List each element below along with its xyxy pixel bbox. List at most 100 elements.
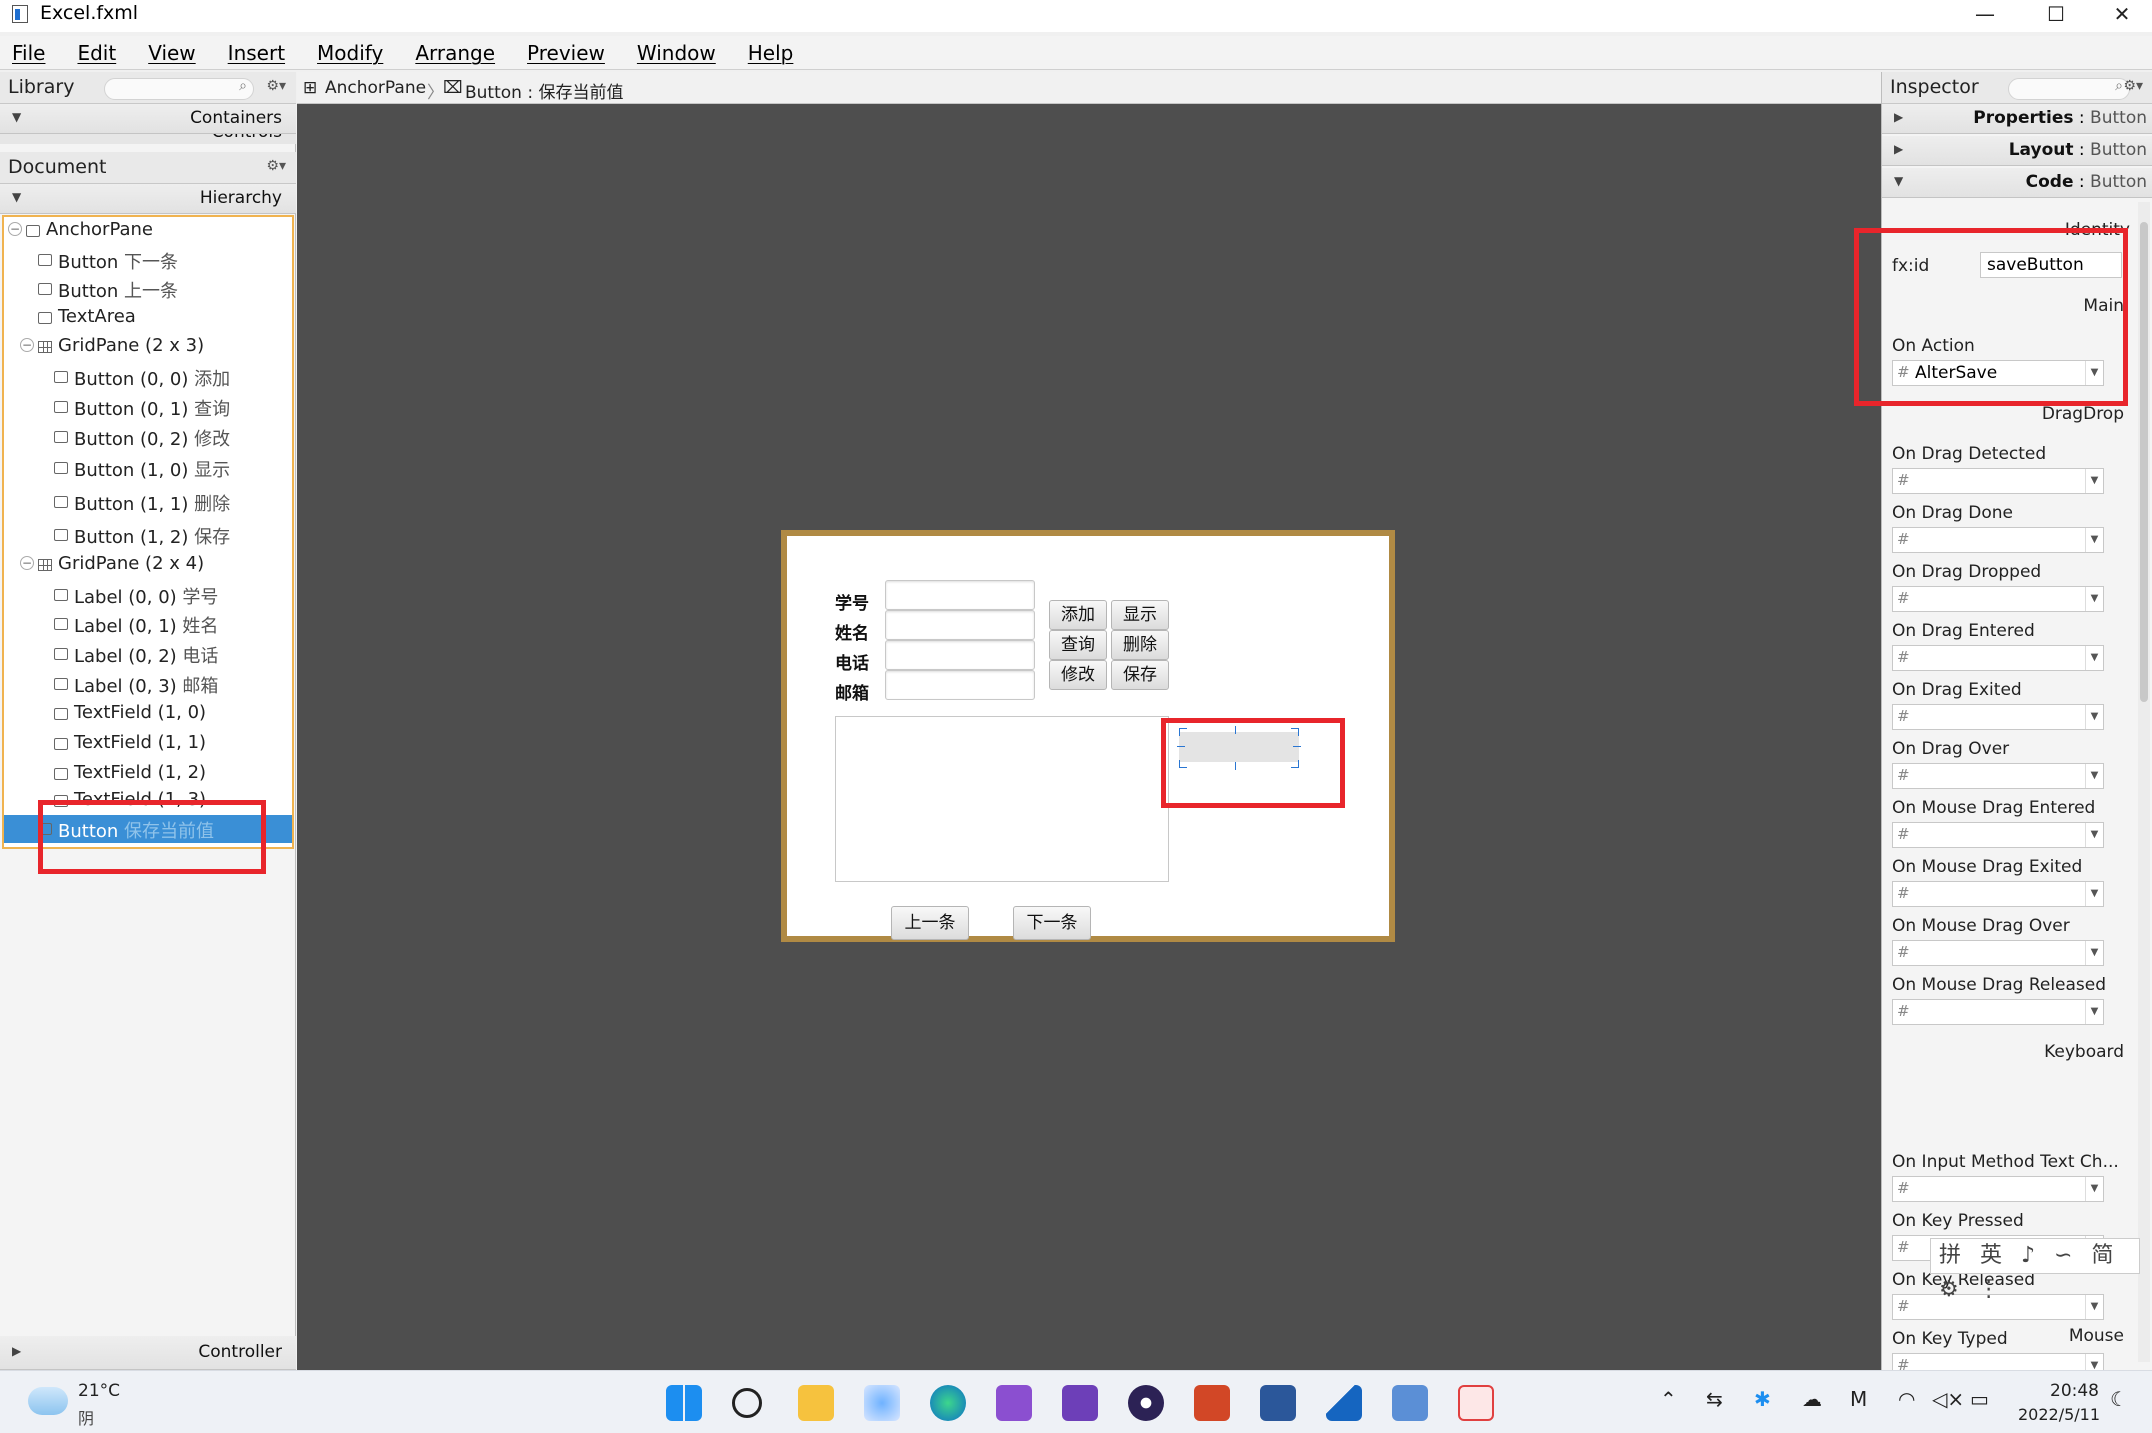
tree-gridpane-buttons[interactable]: − GridPane (2 x 3)	[4, 333, 292, 361]
wifi-icon[interactable]: ◠	[1898, 1387, 1915, 1411]
tree-textfield-id[interactable]: TextField (1, 0)	[4, 700, 292, 728]
chevron-down-icon[interactable]: ▼	[2085, 1000, 2103, 1024]
menu-modify[interactable]: Modify	[317, 41, 383, 65]
show-button[interactable]: 显示	[1111, 600, 1169, 630]
visual-studio-icon[interactable]	[996, 1385, 1032, 1421]
textfield-phone[interactable]	[885, 640, 1035, 670]
event-handler-input[interactable]: #▼	[1892, 468, 2104, 494]
chevron-down-icon[interactable]: ▼	[2085, 587, 2103, 611]
gear-icon[interactable]: ⚙▾	[2123, 78, 2143, 94]
save-button[interactable]: 保存	[1111, 660, 1169, 690]
tree-button-prev[interactable]: Button 上一条	[4, 275, 292, 303]
settings-sliders-icon[interactable]: ⇆	[1706, 1387, 1723, 1411]
app-tray-icon[interactable]: M	[1850, 1387, 1867, 1411]
layout-section[interactable]: ▶ Layout : Button	[1882, 136, 2152, 166]
tree-button-show[interactable]: Button (1, 0) 显示	[4, 454, 292, 482]
collapse-toggle-icon[interactable]: −	[20, 556, 34, 570]
event-handler-input[interactable]: #▼	[1892, 527, 2104, 553]
label-student-id[interactable]: 学号	[835, 589, 869, 614]
query-button[interactable]: 查询	[1049, 630, 1107, 660]
volume-icon[interactable]: ◁×	[1932, 1387, 1964, 1411]
library-containers-section[interactable]: ▼ Containers	[0, 104, 296, 134]
breadcrumb-current[interactable]: Button : 保存当前值	[465, 78, 623, 103]
close-button[interactable]: ✕	[2092, 0, 2152, 28]
next-button[interactable]: 下一条	[1013, 906, 1091, 940]
inspector-scrollbar[interactable]	[2138, 202, 2150, 1362]
onedrive-icon[interactable]: ☁	[1802, 1387, 1822, 1411]
event-handler-input[interactable]: #▼	[1892, 1176, 2104, 1202]
edge-icon[interactable]	[930, 1385, 966, 1421]
menu-help[interactable]: Help	[748, 41, 794, 65]
event-handler-input[interactable]: #▼	[1892, 940, 2104, 966]
maximize-button[interactable]: ☐	[2026, 0, 2086, 28]
tree-label-name[interactable]: Label (0, 1) 姓名	[4, 610, 292, 638]
hierarchy-tree[interactable]: − AnchorPane Button 下一条 Button 上一条 TextArea −…	[2, 215, 294, 849]
battery-icon[interactable]: ▭	[1970, 1387, 1989, 1411]
controller-section[interactable]: ▶ Controller	[0, 1336, 296, 1370]
event-handler-input[interactable]: #▼	[1892, 645, 2104, 671]
event-handler-input[interactable]: #▼	[1892, 999, 2104, 1025]
chevron-down-icon[interactable]: ▼	[2085, 882, 2103, 906]
start-icon[interactable]	[666, 1385, 702, 1421]
weather-temp[interactable]: 21°C	[78, 1381, 120, 1401]
bluetooth-icon[interactable]: ✱	[1754, 1387, 1771, 1411]
chevron-down-icon[interactable]: ▼	[2085, 941, 2103, 965]
tree-button-modify[interactable]: Button (0, 2) 修改	[4, 423, 292, 451]
menu-view[interactable]: View	[148, 41, 195, 65]
event-handler-input[interactable]: #▼	[1892, 763, 2104, 789]
chevron-down-icon[interactable]: ▼	[2085, 1295, 2103, 1319]
clock-time[interactable]: 20:48	[2050, 1381, 2099, 1401]
active-app-icon[interactable]	[1458, 1385, 1494, 1421]
file-explorer-icon[interactable]	[798, 1385, 834, 1421]
network-app-icon[interactable]	[1392, 1385, 1428, 1421]
label-name[interactable]: 姓名	[835, 619, 869, 644]
photos-icon[interactable]	[864, 1385, 900, 1421]
scrollbar-thumb[interactable]	[2140, 222, 2148, 702]
chevron-down-icon[interactable]: ▼	[2085, 764, 2103, 788]
label-email[interactable]: 邮箱	[835, 679, 869, 704]
library-search-input[interactable]: ⌕	[104, 78, 254, 100]
prev-button[interactable]: 上一条	[891, 906, 969, 940]
tree-label-email[interactable]: Label (0, 3) 邮箱	[4, 670, 292, 698]
tree-textarea[interactable]: TextArea	[4, 304, 292, 332]
event-handler-input[interactable]: #▼	[1892, 881, 2104, 907]
powerpoint-icon[interactable]	[1194, 1385, 1230, 1421]
chevron-down-icon[interactable]: ▼	[2085, 1177, 2103, 1201]
event-handler-input[interactable]: #▼	[1892, 704, 2104, 730]
gear-icon[interactable]: ⚙▾	[266, 78, 286, 94]
properties-section[interactable]: ▶ Properties : Button	[1882, 104, 2152, 134]
tree-gridpane-labels[interactable]: − GridPane (2 x 4)	[4, 551, 292, 579]
chevron-up-icon[interactable]: ⌃	[1660, 1387, 1677, 1411]
menu-arrange[interactable]: Arrange	[415, 41, 495, 65]
word-icon[interactable]	[1260, 1385, 1296, 1421]
tree-button-delete[interactable]: Button (1, 1) 删除	[4, 488, 292, 516]
inspector-search-input[interactable]: ⌕	[2008, 78, 2130, 100]
textfield-email[interactable]	[885, 670, 1035, 700]
scenebuilder-icon[interactable]	[1326, 1385, 1362, 1421]
tree-button-next[interactable]: Button 下一条	[4, 246, 292, 274]
hierarchy-section[interactable]: ▼ Hierarchy	[0, 184, 296, 214]
label-phone[interactable]: 电话	[835, 649, 869, 674]
minimize-button[interactable]: —	[1955, 0, 2015, 28]
chevron-down-icon[interactable]: ▼	[2085, 469, 2103, 493]
weather-icon[interactable]	[28, 1387, 68, 1415]
chevron-down-icon[interactable]: ▼	[2085, 646, 2103, 670]
menu-insert[interactable]: Insert	[228, 41, 285, 65]
code-section[interactable]: ▼ Code : Button	[1882, 168, 2152, 198]
tree-button-query[interactable]: Button (0, 1) 查询	[4, 393, 292, 421]
tree-textfield-phone[interactable]: TextField (1, 2)	[4, 760, 292, 788]
collapse-toggle-icon[interactable]: −	[8, 222, 22, 236]
chevron-down-icon[interactable]: ▼	[2085, 823, 2103, 847]
weather-desc[interactable]: 阴	[78, 1405, 94, 1429]
tree-button-add[interactable]: Button (0, 0) 添加	[4, 363, 292, 391]
ime-toolbar[interactable]: 拼 英 ♪ ∽ 简 ⚙ ⋮	[1930, 1238, 2140, 1302]
visual-studio-2-icon[interactable]	[1062, 1385, 1098, 1421]
clock-date[interactable]: 2022/5/11	[2018, 1405, 2100, 1424]
modify-button[interactable]: 修改	[1049, 660, 1107, 690]
eclipse-icon[interactable]	[1128, 1385, 1164, 1421]
menu-preview[interactable]: Preview	[527, 41, 605, 65]
tree-label-id[interactable]: Label (0, 0) 学号	[4, 581, 292, 609]
tree-anchorpane[interactable]: − AnchorPane	[4, 217, 292, 245]
breadcrumb-root[interactable]: AnchorPane	[325, 78, 426, 98]
event-handler-input[interactable]: #▼	[1892, 822, 2104, 848]
